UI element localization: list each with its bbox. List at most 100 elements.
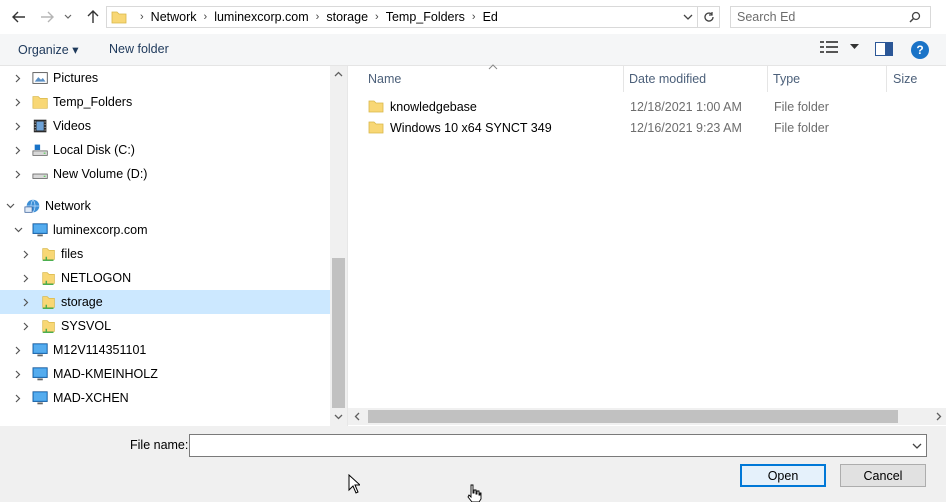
expand-chevron-right-icon[interactable]	[12, 338, 24, 362]
column-header-name[interactable]: Name	[368, 66, 401, 92]
tree-item-storage[interactable]: storage	[0, 290, 330, 314]
new-folder-button[interactable]: New folder	[109, 42, 169, 56]
folder-icon	[368, 121, 384, 134]
file-row[interactable]: knowledgebase 12/18/2021 1:00 AM File fo…	[362, 97, 944, 118]
cancel-button[interactable]: Cancel	[840, 464, 926, 487]
expand-chevron-right-icon[interactable]	[12, 90, 24, 114]
scroll-down-button[interactable]	[330, 409, 347, 425]
chevron-right-icon[interactable]: ›	[316, 11, 320, 23]
file-name-dropdown-button[interactable]	[908, 435, 926, 456]
file-name-label: File name:	[130, 438, 189, 452]
tree-item-sysvol[interactable]: SYSVOL	[0, 314, 330, 338]
expand-chevron-right-icon[interactable]	[12, 138, 24, 162]
scroll-thumb[interactable]	[332, 258, 345, 408]
tree-item-label: SYSVOL	[61, 319, 112, 333]
tree-item-label: Pictures	[53, 71, 99, 85]
navigation-pane: Pictures Temp_Folders Videos Local Disk (C:…	[0, 66, 347, 426]
tree-item-netlogon[interactable]: NETLOGON	[0, 266, 330, 290]
tree-item-label: Videos	[53, 119, 91, 133]
address-bar[interactable]: › Network › luminexcorp.com › storage › …	[106, 6, 698, 28]
change-view-button[interactable]	[820, 41, 859, 53]
scroll-thumb[interactable]	[368, 410, 898, 423]
expand-chevron-right-icon[interactable]	[12, 162, 24, 186]
help-button[interactable]: ?	[911, 41, 929, 59]
file-type: File folder	[774, 100, 829, 114]
local-disk-icon	[32, 144, 48, 156]
recent-locations-button[interactable]	[62, 8, 74, 26]
expand-chevron-down-icon[interactable]	[4, 194, 16, 218]
chevron-down-icon	[912, 443, 922, 449]
scroll-up-button[interactable]	[330, 66, 347, 82]
search-input[interactable]	[731, 10, 903, 24]
up-button[interactable]	[84, 8, 102, 26]
tree-item-pictures[interactable]: Pictures	[0, 66, 330, 90]
tree-item-temp-folders[interactable]: Temp_Folders	[0, 90, 330, 114]
search-icon[interactable]	[909, 11, 921, 23]
computer-icon	[32, 223, 48, 237]
expand-chevron-right-icon[interactable]	[20, 242, 32, 266]
search-box[interactable]	[730, 6, 931, 28]
file-name-combobox[interactable]	[189, 434, 927, 457]
file-name: knowledgebase	[390, 100, 477, 114]
expand-chevron-right-icon[interactable]	[12, 66, 24, 90]
file-list: Name Date modified Type Size knowledgeba…	[347, 64, 946, 426]
expand-chevron-right-icon[interactable]	[12, 362, 24, 386]
tree-item-files[interactable]: files	[0, 242, 330, 266]
forward-button[interactable]	[38, 8, 56, 26]
expand-chevron-right-icon[interactable]	[20, 290, 32, 314]
tree-item-network[interactable]: Network	[0, 194, 330, 218]
address-dropdown-button[interactable]	[679, 7, 697, 27]
tree-item-m12v114351101[interactable]: M12V114351101	[0, 338, 330, 362]
tree-item-mad-xchen[interactable]: MAD-XCHEN	[0, 386, 330, 410]
file-type: File folder	[774, 121, 829, 135]
breadcrumb-temp-folders[interactable]: Temp_Folders	[386, 10, 465, 24]
drive-icon	[32, 173, 48, 179]
chevron-down-icon	[64, 14, 72, 19]
chevron-left-icon	[354, 412, 359, 421]
column-divider[interactable]	[886, 66, 887, 92]
breadcrumb-storage[interactable]: storage	[326, 10, 368, 24]
tree-item-videos[interactable]: Videos	[0, 114, 330, 138]
file-row[interactable]: Windows 10 x64 SYNCT 349 12/16/2021 9:23…	[362, 118, 944, 139]
column-header-date[interactable]: Date modified	[629, 66, 706, 92]
hand-pointer-icon	[467, 484, 482, 502]
chevron-right-icon[interactable]: ›	[472, 11, 476, 23]
breadcrumb-ed[interactable]: Ed	[483, 10, 498, 24]
horizontal-scrollbar[interactable]	[348, 408, 946, 425]
breadcrumb-network[interactable]: Network	[151, 10, 197, 24]
computer-icon	[32, 367, 48, 381]
shared-folder-icon	[42, 272, 55, 286]
organize-button[interactable]: Organize ▾	[18, 42, 78, 57]
expand-chevron-right-icon[interactable]	[20, 266, 32, 290]
scroll-left-button[interactable]	[348, 408, 365, 425]
breadcrumb-domain[interactable]: luminexcorp.com	[214, 10, 308, 24]
shared-folder-icon	[42, 248, 55, 262]
chevron-right-icon[interactable]: ›	[375, 11, 379, 23]
expand-chevron-right-icon[interactable]	[12, 386, 24, 410]
chevron-right-icon[interactable]: ›	[204, 11, 208, 23]
network-icon	[24, 199, 40, 213]
preview-pane-button[interactable]	[875, 42, 893, 59]
command-bar: Organize ▾ New folder ?	[0, 34, 946, 66]
column-divider[interactable]	[767, 66, 768, 92]
chevron-down-icon	[850, 44, 859, 49]
column-divider[interactable]	[623, 66, 624, 92]
scroll-right-button[interactable]	[930, 408, 946, 425]
tree-item-luminexcorp-com[interactable]: luminexcorp.com	[0, 218, 330, 242]
open-button[interactable]: Open	[740, 464, 826, 487]
expand-chevron-down-icon[interactable]	[12, 218, 24, 242]
tree-item-new-volume-d[interactable]: New Volume (D:)	[0, 162, 330, 186]
refresh-button[interactable]	[698, 6, 720, 28]
tree-item-local-disk-c[interactable]: Local Disk (C:)	[0, 138, 330, 162]
expand-chevron-right-icon[interactable]	[12, 114, 24, 138]
tree-item-label: M12V114351101	[53, 343, 147, 357]
file-name: Windows 10 x64 SYNCT 349	[390, 121, 552, 135]
nav-vertical-scrollbar[interactable]	[330, 66, 347, 426]
file-name-input[interactable]	[190, 435, 908, 456]
column-header-size[interactable]: Size	[893, 66, 917, 92]
chevron-right-icon	[936, 412, 941, 421]
tree-item-mad-kmeinholz[interactable]: MAD-KMEINHOLZ	[0, 362, 330, 386]
column-header-type[interactable]: Type	[773, 66, 800, 92]
expand-chevron-right-icon[interactable]	[20, 314, 32, 338]
back-button[interactable]	[10, 8, 28, 26]
